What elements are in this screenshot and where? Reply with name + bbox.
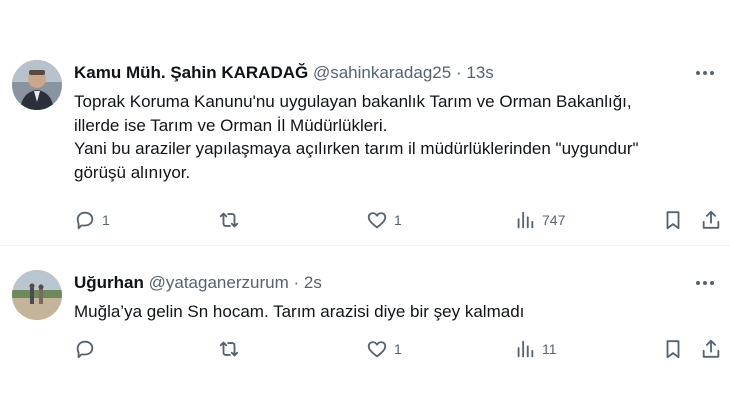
tweet-text-line: görüşü alınıyor. <box>74 162 191 182</box>
views-icon <box>517 340 534 358</box>
tweet-text-line: Muğla’ya gelin Sn hocam. Tarım arazisi d… <box>74 302 525 321</box>
tweet-text: Muğla’ya gelin Sn hocam. Tarım arazisi d… <box>74 300 714 324</box>
tweet-text-line: illerde ise Tarım ve Orman İl Müdürlükle… <box>74 115 388 135</box>
tweet[interactable]: Uğurhan @yataganerzurum · 2s Muğla’ya ge… <box>0 258 730 378</box>
tweet-header: Uğurhan @yataganerzurum · 2s <box>74 272 322 294</box>
avatar[interactable] <box>12 60 62 110</box>
bookmark-button[interactable] <box>662 334 684 364</box>
tweet-text-line: Toprak Koruma Kanunu'nu uygulayan bakanl… <box>74 92 632 111</box>
views-button[interactable]: 747 <box>514 205 565 235</box>
timestamp[interactable]: 2s <box>304 273 322 292</box>
tweet-text-line: Yani bu araziler yapılaşmaya açılırken t… <box>74 139 639 158</box>
share-button[interactable] <box>700 334 722 364</box>
author-handle[interactable]: @sahinkaradag25 <box>313 63 451 82</box>
avatar[interactable] <box>12 270 62 320</box>
reply-button[interactable]: 1 <box>74 205 110 235</box>
retweet-button[interactable] <box>218 205 246 235</box>
reply-icon <box>76 211 94 230</box>
author-name[interactable]: Kamu Müh. Şahin KARADAĞ <box>74 63 308 82</box>
like-count: 1 <box>394 212 402 228</box>
bookmark-button[interactable] <box>662 205 684 235</box>
like-button[interactable]: 1 <box>366 334 402 364</box>
author-handle[interactable]: @yataganerzurum <box>149 273 289 292</box>
retweet-button[interactable] <box>218 334 246 364</box>
bookmark-icon <box>666 340 680 359</box>
author-name[interactable]: Uğurhan <box>74 273 144 292</box>
tweet[interactable]: Kamu Müh. Şahin KARADAĞ @sahinkaradag25 … <box>0 48 730 246</box>
timestamp[interactable]: 13s <box>466 63 493 82</box>
share-icon <box>702 210 720 229</box>
share-icon <box>702 339 720 358</box>
like-icon <box>367 212 387 229</box>
retweet-icon <box>219 341 239 357</box>
view-count: 747 <box>542 212 566 228</box>
reply-button[interactable] <box>74 334 102 364</box>
like-icon <box>367 341 387 358</box>
reply-icon <box>76 340 94 359</box>
action-bar: 1 11 <box>70 334 720 364</box>
action-bar: 1 1 747 <box>70 205 720 235</box>
separator: · <box>455 63 462 82</box>
separator: · <box>293 273 300 292</box>
retweet-icon <box>219 212 239 228</box>
more-icon[interactable] <box>694 272 716 294</box>
bookmark-icon <box>666 211 680 230</box>
share-button[interactable] <box>700 205 722 235</box>
reply-count: 1 <box>102 212 110 228</box>
like-count: 1 <box>394 341 402 357</box>
views-button[interactable]: 11 <box>514 334 557 364</box>
tweet-text: Toprak Koruma Kanunu'nu uygulayan bakanl… <box>74 90 714 184</box>
more-icon[interactable] <box>694 62 716 84</box>
like-button[interactable]: 1 <box>366 205 402 235</box>
views-icon <box>517 211 534 229</box>
tweet-header: Kamu Müh. Şahin KARADAĞ @sahinkaradag25 … <box>74 62 494 84</box>
view-count: 11 <box>542 341 557 357</box>
